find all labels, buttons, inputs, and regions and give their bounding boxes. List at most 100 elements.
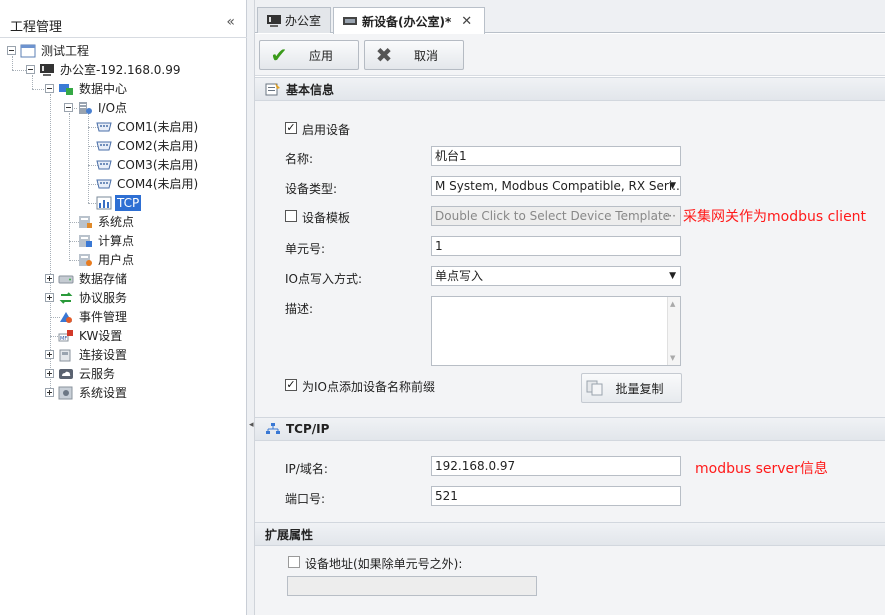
tree-node-calc-points[interactable]: 计算点 — [77, 231, 136, 250]
tree-node-system-points[interactable]: 系统点 — [77, 212, 136, 231]
tree-node-label: 数据存储 — [79, 271, 128, 286]
expand-toggle-icon[interactable] — [45, 274, 54, 283]
tree-node-label: 系统设置 — [79, 385, 128, 400]
section-extended-header[interactable]: 扩展属性 — [255, 522, 885, 546]
description-scrollbar[interactable]: ▲ ▼ — [667, 297, 680, 365]
collapse-toggle-icon[interactable] — [26, 65, 35, 74]
tree-node-label: COM2(未启用) — [117, 138, 199, 153]
event-icon — [60, 311, 72, 323]
server-annotation: modbus server信息 — [695, 461, 828, 477]
device-address-label: 设备地址(如果除单元号之外): — [305, 557, 463, 571]
tree-node-io-points[interactable]: I/O点 — [64, 98, 129, 117]
section-tcpip-header[interactable]: TCP/IP — [255, 417, 885, 441]
device-template-label: 设备模板 — [302, 211, 351, 225]
batch-copy-label: 批量复制 — [615, 381, 664, 396]
cloud-icon — [59, 368, 73, 379]
protocol-icon — [59, 291, 73, 304]
io-write-mode-select[interactable]: 单点写入 ▼ — [431, 266, 681, 286]
tree-node-data-center[interactable]: 数据中心 — [45, 79, 129, 98]
tree-node-label: COM1(未启用) — [117, 119, 199, 134]
cancel-button-label: 取消 — [413, 48, 438, 63]
user-points-icon — [79, 253, 92, 266]
tree-node-label: 系统点 — [98, 214, 135, 229]
close-tab-icon[interactable]: ✕ — [461, 14, 472, 29]
checkmark-icon: ✔ — [270, 43, 288, 67]
tree-node-project[interactable]: 测试工程 — [7, 41, 91, 60]
tree-node-label: 用户点 — [98, 252, 135, 267]
expand-toggle-icon[interactable] — [45, 350, 54, 359]
tree-node-label: I/O点 — [98, 100, 128, 115]
device-monitor-icon — [40, 63, 54, 76]
section-title: 基本信息 — [286, 82, 335, 97]
section-basic-info-header[interactable]: 基本信息 — [255, 77, 885, 101]
tree-node-com4[interactable]: COM4(未启用) — [96, 174, 200, 193]
unit-number-label: 单元号: — [285, 242, 326, 256]
document-tab-bar: 办公室 新设备(办公室)* ✕ — [255, 0, 885, 34]
section-title: 扩展属性 — [265, 527, 314, 542]
tree-node-label: COM3(未启用) — [117, 157, 199, 172]
kw-settings-icon: MF — [58, 329, 73, 342]
scroll-down-icon[interactable]: ▼ — [670, 354, 675, 362]
collapse-toggle-icon[interactable] — [7, 46, 16, 55]
serial-port-icon — [96, 179, 112, 188]
tree-node-tcp[interactable]: TCP — [96, 193, 142, 212]
tab-label: 新设备(办公室)* — [362, 14, 452, 29]
client-annotation: 采集网关作为modbus client — [683, 209, 867, 225]
tree-node-protocol-service[interactable]: 协议服务 — [45, 288, 129, 307]
device-address-input[interactable] — [287, 576, 537, 596]
cross-icon: ✖ — [375, 43, 393, 67]
apply-button-label: 应用 — [308, 48, 333, 63]
collapse-toggle-icon[interactable] — [45, 84, 54, 93]
cancel-button[interactable]: ✖ 取消 — [364, 40, 464, 70]
expand-toggle-icon[interactable] — [45, 293, 54, 302]
description-textarea[interactable]: ▲ ▼ — [431, 296, 681, 366]
add-prefix-checkbox[interactable]: ✓ — [285, 379, 297, 391]
edit-info-icon — [265, 83, 280, 96]
serial-port-icon — [96, 141, 112, 150]
tree-node-cloud-service[interactable]: 云服务 — [45, 364, 117, 383]
batch-copy-button[interactable]: 批量复制 — [581, 373, 682, 403]
tree-node-com2[interactable]: COM2(未启用) — [96, 136, 200, 155]
scroll-up-icon[interactable]: ▲ — [670, 300, 675, 308]
device-name-input[interactable]: 机台1 — [431, 146, 681, 166]
project-tree-panel: 工程管理 « 测试工程 办公室-192.168.0.99 数据中心 I/O点 C… — [0, 0, 247, 615]
project-icon — [20, 44, 36, 57]
tree-node-event-management[interactable]: 事件管理 — [58, 307, 129, 326]
collapse-toggle-icon[interactable] — [64, 103, 73, 112]
apply-button[interactable]: ✔ 应用 — [259, 40, 359, 70]
ellipsis-button[interactable]: ··· — [665, 207, 676, 225]
tree-node-office-device[interactable]: 办公室-192.168.0.99 — [26, 60, 183, 79]
device-template-field[interactable]: Double Click to Select Device Template ·… — [431, 206, 681, 226]
expand-toggle-icon[interactable] — [45, 369, 54, 378]
io-points-icon — [79, 101, 92, 114]
tree-node-user-points[interactable]: 用户点 — [77, 250, 136, 269]
device-address-checkbox[interactable] — [288, 556, 300, 568]
tree-node-system-settings[interactable]: 系统设置 — [45, 383, 129, 402]
tree-node-connection-settings[interactable]: 连接设置 — [45, 345, 129, 364]
name-label: 名称: — [285, 152, 314, 166]
tree-node-label: 协议服务 — [79, 290, 128, 305]
tree-node-data-storage[interactable]: 数据存储 — [45, 269, 129, 288]
tree-node-kw-settings[interactable]: MF KW设置 — [58, 326, 124, 345]
port-input[interactable]: 521 — [431, 486, 681, 506]
enable-device-checkbox[interactable]: ✓ — [285, 122, 297, 134]
tab-office[interactable]: 办公室 — [257, 7, 331, 33]
device-type-label: 设备类型: — [285, 182, 338, 196]
io-write-mode-value: 单点写入 — [435, 269, 484, 283]
unit-number-input[interactable]: 1 — [431, 236, 681, 256]
ip-domain-label: IP/域名: — [285, 462, 328, 476]
tab-new-device[interactable]: 新设备(办公室)* ✕ — [333, 7, 485, 34]
device-template-checkbox[interactable] — [285, 210, 297, 222]
network-icon — [266, 423, 280, 434]
tree-node-com1[interactable]: COM1(未启用) — [96, 117, 200, 136]
tree-node-com3[interactable]: COM3(未启用) — [96, 155, 200, 174]
expand-toggle-icon[interactable] — [45, 388, 54, 397]
collapse-panel-icon[interactable]: « — [226, 14, 235, 30]
panel-splitter[interactable]: ◂ — [247, 0, 255, 615]
tree-node-label: KW设置 — [79, 328, 123, 343]
calc-points-icon — [79, 234, 92, 247]
ip-domain-input[interactable]: 192.168.0.97 — [431, 456, 681, 476]
tree-node-label: 计算点 — [98, 233, 135, 248]
device-type-select[interactable]: M System, Modbus Compatible, RX Seri... … — [431, 176, 681, 196]
dropdown-arrow-icon: ▼ — [669, 181, 676, 191]
